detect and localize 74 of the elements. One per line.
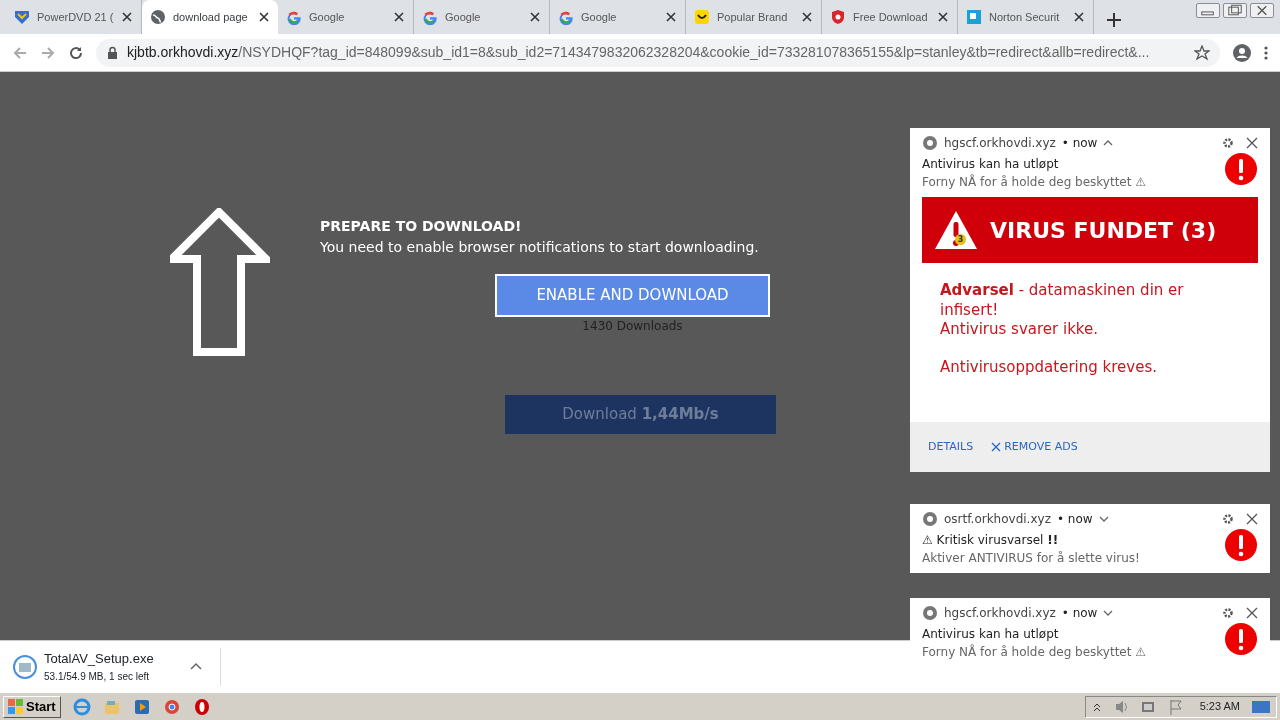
- desktop-icon[interactable]: [1252, 698, 1270, 715]
- site-name: hgscf.orkhovdi.xyz: [944, 135, 1056, 152]
- windows-logo-icon: [8, 699, 23, 714]
- shield-icon: [14, 9, 30, 25]
- close-icon[interactable]: [1246, 137, 1258, 149]
- site-name: hgscf.orkhovdi.xyz: [944, 605, 1056, 622]
- chrome-icon: [922, 511, 938, 527]
- chevron-icon[interactable]: [189, 662, 202, 671]
- close-icon[interactable]: [393, 11, 405, 23]
- browser-tab[interactable]: download page: [142, 0, 278, 34]
- warning-text: Antivirusoppdatering kreves.: [940, 357, 1158, 377]
- start-button[interactable]: Start: [3, 695, 61, 718]
- restore-icon[interactable]: [1223, 3, 1247, 18]
- warning-text: Antivirus svarer ikke.: [940, 320, 1099, 340]
- url-text: kjbtb.orkhovdi.xyz/NSYDHQF?tag_id=848099&sub_id1=8&sub_id2=7143479832062328204&cookie_id=733281078365155&lp=stanley&tb=redirect&allb=redirect&...: [127, 43, 1151, 62]
- collapse-icon[interactable]: [1103, 139, 1114, 147]
- file-icon: [12, 653, 38, 680]
- notification-title: Antivirus kan ha utløpt: [922, 156, 1060, 173]
- minimize-icon[interactable]: [1196, 3, 1220, 18]
- notification-title: ⚠ Kritisk virusvarsel !!: [922, 532, 1060, 549]
- google-icon: [422, 9, 438, 25]
- chrome-icon: [922, 135, 938, 151]
- clock: 5:23 AM: [1199, 699, 1240, 715]
- lock-icon: [106, 45, 119, 60]
- close-icon[interactable]: [937, 11, 949, 23]
- chrome-icon[interactable]: [162, 697, 181, 716]
- notification-body: Aktiver ANTIVIRUS for å slette virus!: [922, 550, 1141, 567]
- square-icon: [966, 9, 982, 25]
- notification-action[interactable]: DETAILS: [928, 438, 974, 456]
- close-icon: [991, 442, 1002, 452]
- close-icon[interactable]: [1246, 513, 1258, 525]
- expand-icon[interactable]: [1098, 515, 1109, 523]
- settings-icon[interactable]: [1222, 137, 1234, 149]
- close-icon[interactable]: [1073, 11, 1085, 23]
- settings-icon[interactable]: [1222, 513, 1234, 525]
- new-tab-icon[interactable]: [1106, 12, 1122, 28]
- page-subheading: You need to enable browser notifications to start downloading.: [320, 238, 760, 257]
- globe-icon: [150, 9, 166, 25]
- close-icon[interactable]: [801, 11, 813, 23]
- menu-icon[interactable]: [1264, 44, 1268, 61]
- notification-body: Forny NÅ for å holde deg beskyttet ⚠: [922, 173, 1147, 191]
- banner-title: VIRUS FUNDET (3): [990, 216, 1217, 245]
- warning-text: Advarsel - datamaskinen din er infisert!: [940, 281, 1185, 320]
- address-bar[interactable]: kjbtb.orkhovdi.xyz/NSYDHQF?tag_id=848099&sub_id1=8&sub_id2=7143479832062328204&cookie_id=733281078365155&lp=stanley&tb=redirect&allb=redirect&...: [96, 38, 1220, 67]
- star-icon[interactable]: [1194, 44, 1210, 61]
- google-icon: [558, 9, 574, 25]
- notification-time: • now: [1056, 511, 1093, 528]
- media-player-icon[interactable]: [132, 697, 151, 716]
- enable-download-button[interactable]: ENABLE AND DOWNLOAD: [495, 274, 770, 317]
- chrome-icon: [922, 605, 938, 621]
- close-icon[interactable]: [1246, 607, 1258, 619]
- google-icon: [286, 9, 302, 25]
- site-name: osrtf.orkhovdi.xyz: [944, 511, 1051, 528]
- smile-icon: [694, 9, 710, 25]
- warning-icon: [934, 209, 978, 251]
- notification-body: Forny NÅ for å holde deg beskyttet ⚠: [922, 643, 1147, 661]
- close-icon[interactable]: [665, 11, 677, 23]
- page-heading: PREPARE TO DOWNLOAD!: [320, 217, 523, 236]
- download-filename[interactable]: TotalAV_Setup.exe: [44, 649, 154, 669]
- notification-action[interactable]: REMOVE ADS: [991, 438, 1078, 456]
- close-icon[interactable]: [121, 11, 133, 23]
- reload-icon[interactable]: [68, 44, 84, 61]
- notification-time: • now: [1061, 605, 1098, 622]
- count-badge: 3: [955, 234, 966, 245]
- close-icon[interactable]: [258, 11, 270, 23]
- notification-time: • now: [1061, 135, 1098, 152]
- shield-icon: [830, 9, 846, 25]
- settings-icon[interactable]: [1222, 607, 1234, 619]
- profile-icon[interactable]: [1232, 42, 1252, 63]
- download-status: 53.1/54.9 MB, 1 sec left: [44, 669, 151, 684]
- opera-icon[interactable]: [192, 697, 211, 716]
- close-icon[interactable]: [529, 11, 541, 23]
- expand-icon[interactable]: [1103, 609, 1114, 617]
- notification-title: Antivirus kan ha utløpt: [922, 626, 1060, 643]
